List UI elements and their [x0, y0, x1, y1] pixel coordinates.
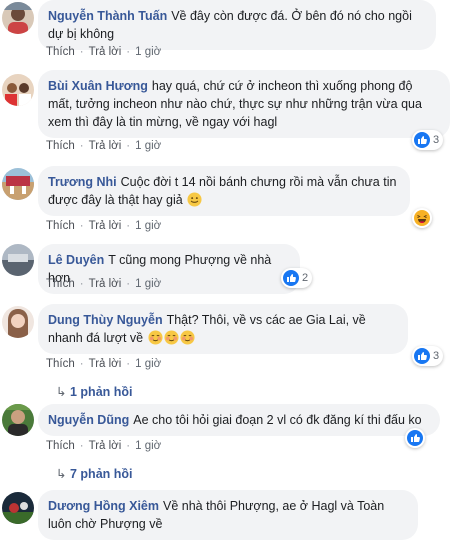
- comment-bubble: Nguyễn Dũng Ae cho tôi hỏi giai đoạn 2 vl…: [38, 404, 440, 436]
- avatar[interactable]: [2, 306, 34, 338]
- like-icon: [283, 270, 299, 286]
- like-link[interactable]: Thích: [46, 358, 75, 370]
- reply-arrow-icon: ↳: [56, 467, 67, 481]
- like-icon: [414, 132, 430, 148]
- blush-emoji-icon: [180, 330, 195, 345]
- reaction-summary[interactable]: 2: [281, 268, 313, 288]
- replies-count[interactable]: 7 phản hồi: [70, 467, 133, 481]
- avatar[interactable]: [2, 168, 34, 200]
- avatar[interactable]: [2, 244, 34, 276]
- comment-actions: Thích · Trả lời · 1 giờ: [46, 220, 162, 232]
- blush-emoji-icon: [148, 330, 163, 345]
- avatar[interactable]: [2, 74, 34, 106]
- comment-author[interactable]: Nguyễn Thành Tuấn: [48, 9, 167, 23]
- comment-bubble: Bùi Xuân Hương hay quá, chứ cứ ở incheon …: [38, 70, 450, 138]
- comment-bubble: Trương Nhi Cuộc đời t 14 nồi bánh chưng r…: [38, 166, 410, 216]
- reaction-summary[interactable]: [412, 208, 432, 228]
- comment-actions: Thích · Trả lời · 1 giờ: [46, 440, 162, 452]
- comment-author[interactable]: Nguyễn Dũng: [48, 413, 129, 427]
- like-link[interactable]: Thích: [46, 440, 75, 452]
- comment-author[interactable]: Dương Hồng Xiêm: [48, 499, 159, 513]
- comment-bubble: Dung Thùy Nguyễn Thật? Thôi, về vs các ae…: [38, 304, 408, 354]
- reply-link[interactable]: Trả lời: [89, 220, 122, 232]
- reaction-count: 3: [433, 350, 440, 362]
- reaction-summary[interactable]: 3: [412, 346, 444, 366]
- reaction-summary[interactable]: [405, 428, 425, 448]
- smile-emoji-icon: [187, 192, 202, 207]
- comment-author[interactable]: Bùi Xuân Hương: [48, 79, 148, 93]
- comment-time[interactable]: 1 giờ: [135, 278, 161, 290]
- comment-text: Ae cho tôi hỏi giai đoạn 2 vl có đk đăng…: [133, 413, 422, 427]
- comment-time[interactable]: 1 giờ: [135, 140, 161, 152]
- comment-time[interactable]: 1 giờ: [135, 440, 161, 452]
- avatar[interactable]: [2, 404, 34, 436]
- reaction-count: 3: [433, 134, 440, 146]
- reply-link[interactable]: Trả lời: [89, 358, 122, 370]
- avatar[interactable]: [2, 2, 34, 34]
- view-replies-link[interactable]: ↳ 7 phản hồi: [56, 466, 133, 481]
- like-link[interactable]: Thích: [46, 278, 75, 290]
- comment-bubble: Dương Hồng Xiêm Về nhà thôi Phượng, ae ở …: [38, 490, 418, 540]
- blush-emoji-icon: [164, 330, 179, 345]
- reaction-count: 2: [302, 272, 309, 284]
- comment-actions: Thích · Trả lời · 1 giờ: [46, 140, 162, 152]
- reply-link[interactable]: Trả lời: [89, 46, 122, 58]
- like-icon: [407, 430, 423, 446]
- like-link[interactable]: Thích: [46, 46, 75, 58]
- avatar[interactable]: [2, 492, 34, 524]
- comment-actions: Thích · Trả lời · 1 giờ: [46, 358, 162, 370]
- reply-arrow-icon: ↳: [56, 385, 67, 399]
- comment-author[interactable]: Lê Duyên: [48, 253, 104, 267]
- view-replies-link[interactable]: ↳ 1 phản hồi: [56, 384, 133, 399]
- like-link[interactable]: Thích: [46, 220, 75, 232]
- haha-icon: [414, 210, 430, 226]
- reply-link[interactable]: Trả lời: [89, 440, 122, 452]
- comment-time[interactable]: 1 giờ: [135, 358, 161, 370]
- comment-actions: Thích · Trả lời · 1 giờ: [46, 46, 162, 58]
- reaction-summary[interactable]: 3: [412, 130, 444, 150]
- comment-author[interactable]: Dung Thùy Nguyễn: [48, 313, 163, 327]
- like-link[interactable]: Thích: [46, 140, 75, 152]
- replies-count[interactable]: 1 phản hồi: [70, 385, 133, 399]
- reply-link[interactable]: Trả lời: [89, 278, 122, 290]
- like-icon: [414, 348, 430, 364]
- comment-actions: Thích · Trả lời · 1 giờ: [46, 278, 162, 290]
- comment-bubble: Nguyễn Thành Tuấn Về đây còn được đá. Ở b…: [38, 0, 436, 50]
- comment-author[interactable]: Trương Nhi: [48, 175, 117, 189]
- reply-link[interactable]: Trả lời: [89, 140, 122, 152]
- comment-time[interactable]: 1 giờ: [135, 220, 161, 232]
- comment-time[interactable]: 1 giờ: [135, 46, 161, 58]
